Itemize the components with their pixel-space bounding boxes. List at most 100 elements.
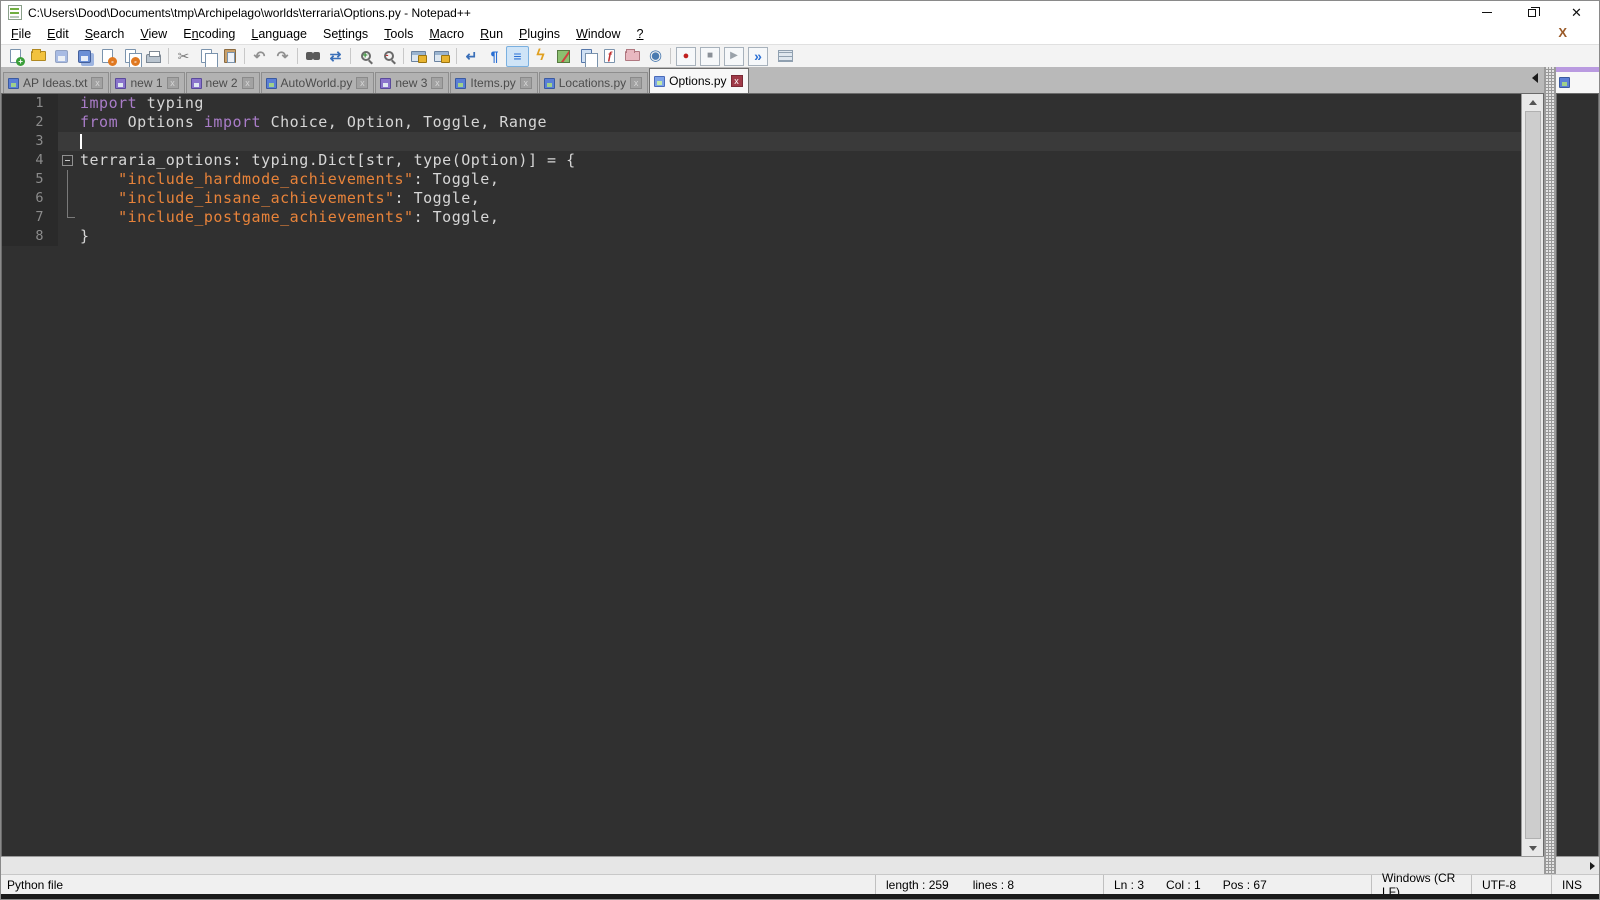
tab-scroll-left-icon[interactable] xyxy=(1532,73,1538,83)
document-map-icon xyxy=(557,49,570,63)
zoom-out-button[interactable] xyxy=(377,46,400,67)
toolbar: ✂ ↶ ↷ ⇄ ↵ ¶ ≡ ϟ ◉ ● ■ ▶ » xyxy=(1,44,1599,69)
line-number: 5 xyxy=(2,170,58,189)
scroll-up-button[interactable] xyxy=(1522,94,1543,110)
tab-options-active[interactable]: Options.py x xyxy=(649,68,749,93)
document-map-button[interactable] xyxy=(552,46,575,67)
save-all-button[interactable] xyxy=(73,46,96,67)
second-view-editor[interactable] xyxy=(1556,93,1599,856)
macro-save-button[interactable] xyxy=(774,46,797,67)
tab-new-2[interactable]: new 2 x xyxy=(185,72,260,93)
copy-button[interactable] xyxy=(195,46,218,69)
tab-close-icon[interactable]: x xyxy=(519,77,532,89)
show-indent-guide-button[interactable]: ≡ xyxy=(506,45,529,67)
tab-close-icon[interactable]: x xyxy=(241,77,254,89)
tab-close-icon[interactable]: x xyxy=(730,75,743,87)
vertical-scrollbar[interactable] xyxy=(1521,94,1543,856)
menu-item-settings[interactable]: Settings xyxy=(315,25,376,43)
macro-stop-button[interactable]: ■ xyxy=(700,46,720,66)
tab-autoworld[interactable]: AutoWorld.py x xyxy=(260,72,375,93)
saved-floppy-icon xyxy=(265,77,277,89)
menu-item-edit[interactable]: Edit xyxy=(39,25,77,43)
second-view-sliver[interactable] xyxy=(1556,67,1599,874)
menu-item-search[interactable]: Search xyxy=(77,25,133,43)
macro-record-button[interactable]: ● xyxy=(676,46,696,66)
zoom-in-button[interactable] xyxy=(354,46,377,67)
second-view-tab[interactable] xyxy=(1556,72,1599,93)
fold-guide-end xyxy=(67,208,75,218)
close-button[interactable]: ✕ xyxy=(1554,1,1599,24)
menu-item-view[interactable]: View xyxy=(132,25,175,43)
tab-new-1[interactable]: new 1 x xyxy=(110,72,185,93)
close-document-button[interactable]: X xyxy=(1554,25,1571,40)
tab-close-icon[interactable]: x xyxy=(630,77,643,89)
paste-button[interactable] xyxy=(218,46,241,67)
scroll-down-button[interactable] xyxy=(1522,840,1543,856)
restore-button[interactable] xyxy=(1509,1,1554,24)
document-list-button[interactable] xyxy=(575,46,598,69)
code-line: 8 } xyxy=(2,227,1521,246)
restore-icon xyxy=(1527,6,1540,17)
minimize-button[interactable] xyxy=(1464,1,1509,24)
tab-items[interactable]: Items.py x xyxy=(450,72,538,93)
new-file-button[interactable] xyxy=(4,46,27,67)
function-list-button[interactable] xyxy=(598,46,621,67)
bottom-edge-strip xyxy=(1,894,1599,899)
sync-vertical-scroll-button[interactable] xyxy=(407,46,430,67)
macro-run-multiple-button[interactable]: » xyxy=(748,46,768,66)
scroll-up-icon xyxy=(1528,99,1537,105)
tab-new-3[interactable]: new 3 x xyxy=(375,72,450,93)
macro-play-button[interactable]: ▶ xyxy=(724,46,744,66)
title-bar[interactable]: C:\Users\Dood\Documents\tmp\Archipelago\… xyxy=(1,1,1599,24)
replace-button[interactable]: ⇄ xyxy=(324,46,347,67)
show-all-characters-button[interactable]: ¶ xyxy=(483,46,506,67)
monitoring-eye-icon: ◉ xyxy=(648,47,663,64)
folder-as-workspace-button[interactable] xyxy=(621,46,644,67)
sync-horizontal-scroll-button[interactable] xyxy=(430,46,453,67)
menu-item-window[interactable]: Window xyxy=(568,25,628,43)
code-editor[interactable]: 1 import typing 2 from Options import Ch… xyxy=(2,94,1521,856)
fold-collapse-icon[interactable] xyxy=(62,155,73,166)
zoom-in-icon xyxy=(360,50,371,61)
horizontal-scrollbar-area[interactable] xyxy=(1,856,1544,874)
menu-item-language[interactable]: Language xyxy=(243,25,315,43)
macro-stop-icon: ■ xyxy=(706,50,714,61)
print-icon xyxy=(146,50,161,63)
save-button[interactable] xyxy=(50,46,73,67)
scrollbar-thumb[interactable] xyxy=(1524,111,1541,839)
menu-item-encoding[interactable]: Encoding xyxy=(175,25,243,43)
status-column: Col : 1 xyxy=(1166,877,1201,892)
menu-item-help[interactable]: ? xyxy=(629,25,652,43)
tab-locations[interactable]: Locations.py x xyxy=(538,72,649,93)
tab-ap-ideas[interactable]: AP Ideas.txt x xyxy=(3,72,110,93)
monitoring-button[interactable]: ◉ xyxy=(644,46,667,67)
code-line-current: 3 xyxy=(2,132,1521,151)
menu-item-plugins[interactable]: Plugins xyxy=(511,25,568,43)
line-number: 4 xyxy=(2,151,58,170)
close-all-button[interactable] xyxy=(119,46,142,69)
tab-close-icon[interactable]: x xyxy=(166,77,179,89)
tab-close-icon[interactable]: x xyxy=(91,77,104,89)
save-icon xyxy=(55,49,68,63)
tab-close-icon[interactable]: x xyxy=(356,77,369,89)
cut-button[interactable]: ✂ xyxy=(172,46,195,67)
open-file-button[interactable] xyxy=(27,46,50,67)
fold-guide-line xyxy=(67,189,68,208)
second-view-scrollbar[interactable] xyxy=(1556,856,1599,874)
menu-item-tools[interactable]: Tools xyxy=(376,25,421,43)
word-wrap-button[interactable]: ↵ xyxy=(460,46,483,67)
undo-button[interactable]: ↶ xyxy=(248,46,271,67)
code-line: 2 from Options import Choice, Option, To… xyxy=(2,113,1521,132)
define-language-button[interactable]: ϟ xyxy=(529,46,552,67)
tab-bar: AP Ideas.txt x new 1 x new 2 x AutoWorld… xyxy=(1,67,1544,93)
close-icon: ✕ xyxy=(1571,5,1582,20)
print-button[interactable] xyxy=(142,46,165,67)
close-file-button[interactable] xyxy=(96,46,119,67)
redo-button[interactable]: ↷ xyxy=(271,46,294,67)
menu-item-macro[interactable]: Macro xyxy=(421,25,472,43)
tab-close-icon[interactable]: x xyxy=(431,77,444,89)
menu-item-run[interactable]: Run xyxy=(472,25,511,43)
view-splitter[interactable] xyxy=(1544,67,1556,874)
find-button[interactable] xyxy=(301,46,324,67)
menu-item-file[interactable]: File xyxy=(3,25,39,43)
